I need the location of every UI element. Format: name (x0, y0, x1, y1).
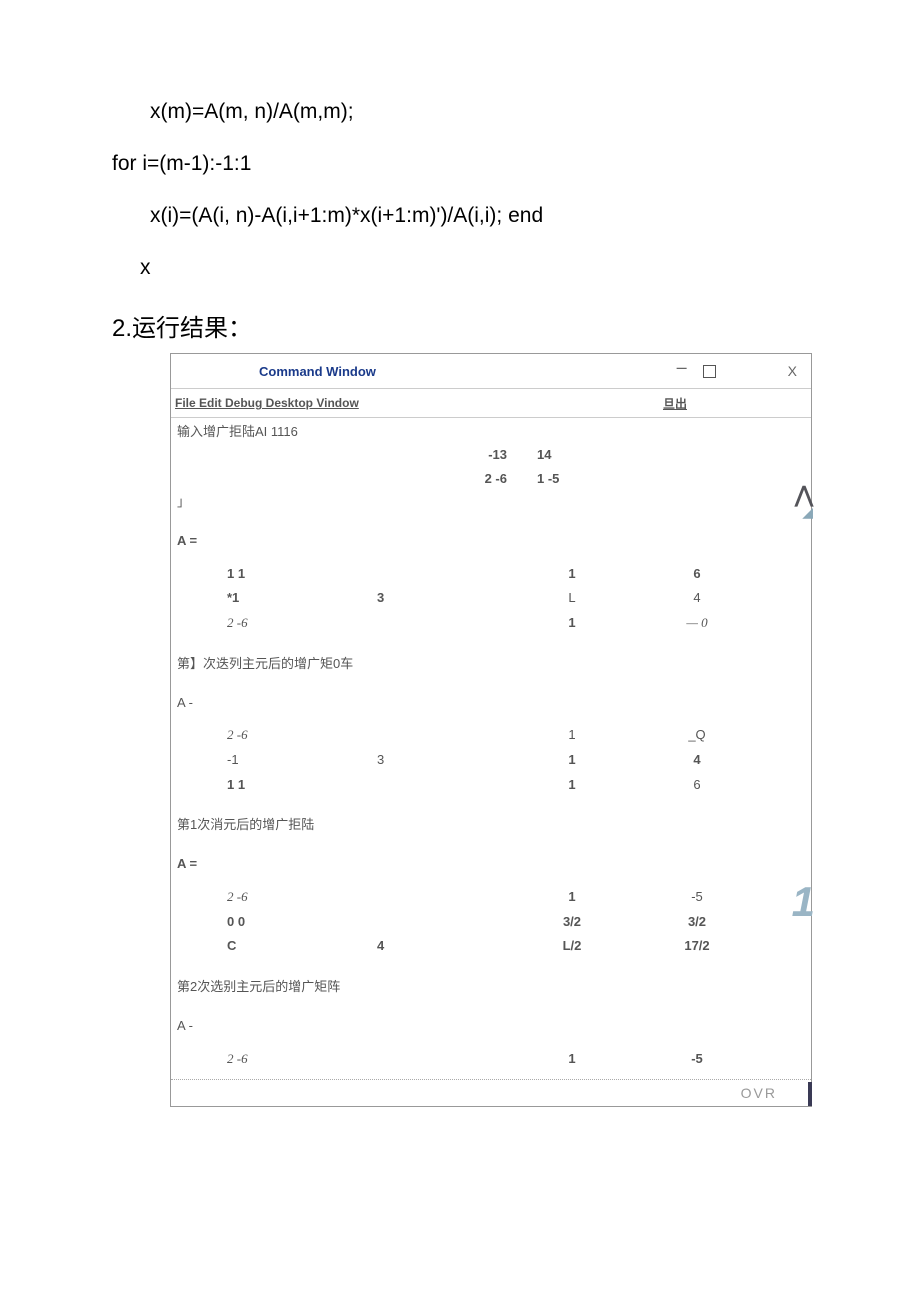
section-title: 2.运行结果： (60, 308, 860, 343)
a-equals: A = (177, 531, 805, 552)
matrix3-row: C4L/217/2 (177, 934, 805, 959)
menu-items[interactable]: File Edit Debug Desktop Vindow (175, 396, 663, 410)
menu-right[interactable]: 旦出 (663, 395, 807, 412)
matrix4-row: 2 -61-5 (177, 1047, 805, 1072)
menubar: File Edit Debug Desktop Vindow 旦出 (171, 389, 811, 418)
watermark-icon: 1 (792, 878, 815, 926)
a-minus: A - (177, 1016, 805, 1037)
code-line-3: x(i)=(A(i, n)-A(i,i+1:m)*x(i+1:m)')/A(i,… (60, 204, 860, 228)
matrix3-row: 0 03/23/2 (177, 910, 805, 935)
code-line-2: for i=(m-1):-1:1 (60, 152, 860, 176)
command-window: Command Window – X File Edit Debug Deskt… (170, 353, 812, 1107)
step-label: 第2次选别主元后的增广矩阵 (177, 977, 805, 998)
close-icon[interactable]: X (788, 363, 797, 379)
code-line-1: x(m)=A(m, n)/A(m,m); (60, 100, 860, 124)
resize-icon[interactable]: ◢ (802, 504, 813, 521)
a-minus: A - (177, 693, 805, 714)
window-title: Command Window (171, 364, 677, 379)
status-ovr: OVR (741, 1085, 777, 1101)
matrix3-row: 2 -61-5 (177, 885, 805, 910)
step-label: 第】次迭列主元后的增广矩0车 (177, 654, 805, 675)
bracket: 」 (177, 492, 805, 513)
statusbar: OVR (171, 1079, 811, 1106)
a-equals: A = (177, 854, 805, 875)
matrix2-row: 2 -61_Q (177, 723, 805, 748)
maximize-icon[interactable] (703, 365, 716, 378)
step-label: 第1次消元后的增广拒陆 (177, 815, 805, 836)
input-prompt: 输入增广拒陆AI 1116 (177, 422, 805, 443)
input-row: -13 14 (177, 443, 805, 468)
matrix2-row: 1 116 (177, 773, 805, 798)
code-line-4: x (60, 256, 860, 280)
minimize-icon[interactable]: – (677, 357, 687, 378)
matrix2-row: -1314 (177, 748, 805, 773)
input-row: 2 -6 1 -5 (177, 467, 805, 492)
matrix1-row: 2 -61— 0 (177, 611, 805, 636)
matrix1-row: 1 116 (177, 562, 805, 587)
window-controls: – X (677, 361, 811, 382)
console-content[interactable]: ⋀ ◢ 1 输入增广拒陆AI 1116 -13 14 2 -6 1 -5 」 A… (171, 418, 811, 1079)
scrollbar-end-icon[interactable] (808, 1082, 812, 1106)
matrix1-row: *13L4 (177, 586, 805, 611)
titlebar: Command Window – X (171, 354, 811, 389)
